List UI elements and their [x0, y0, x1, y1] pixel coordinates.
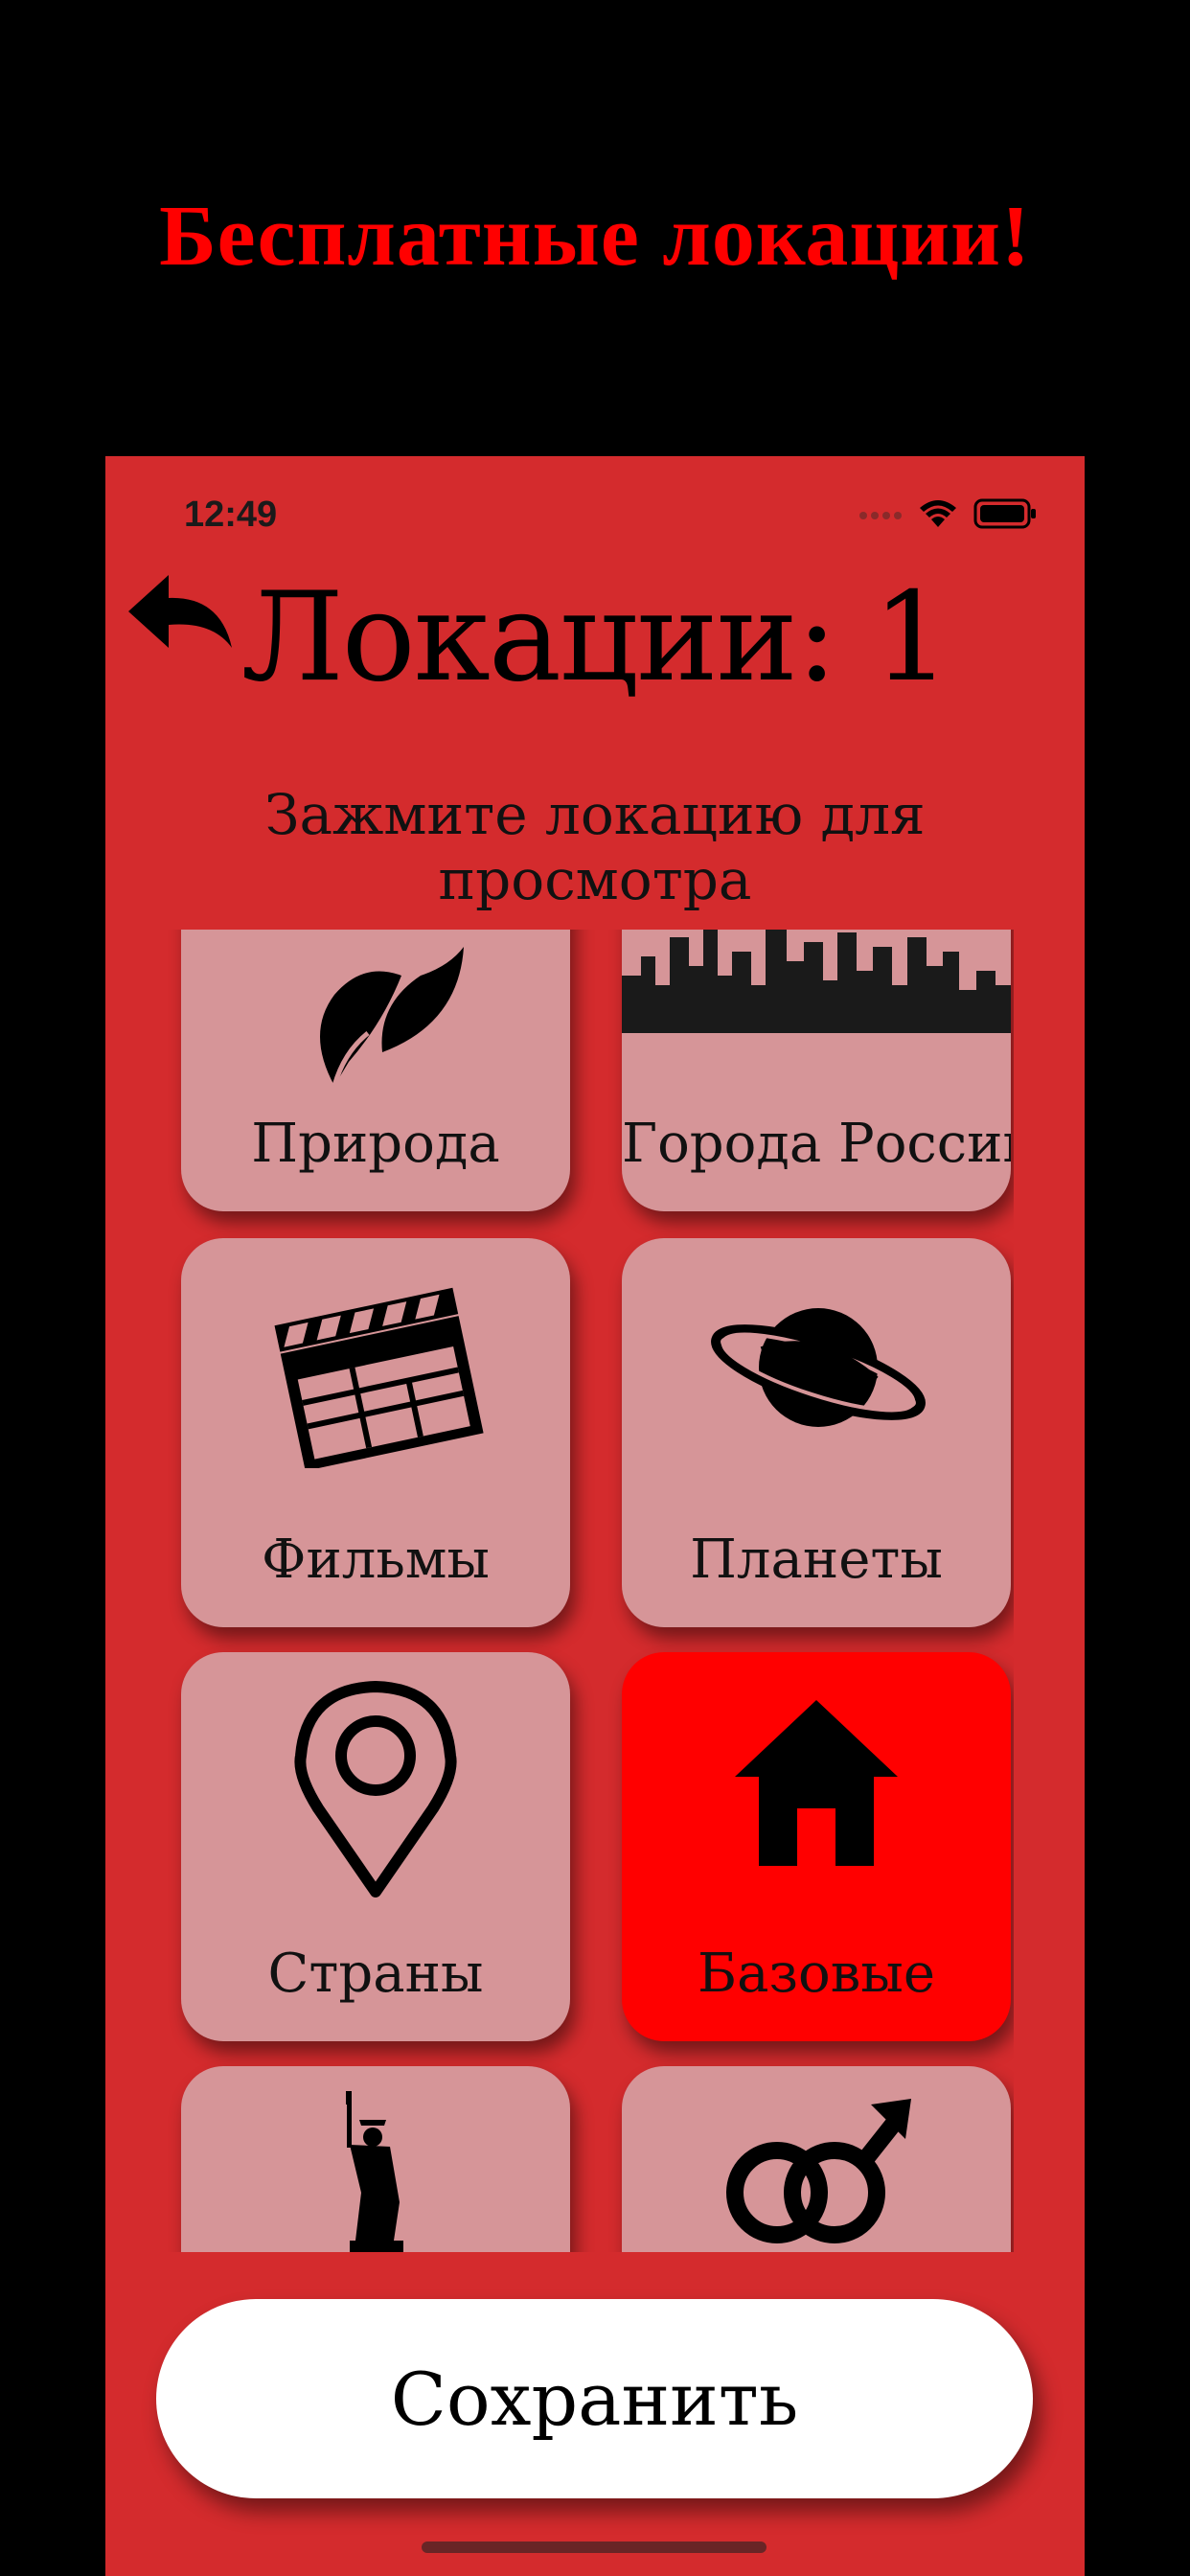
- statue-of-liberty-icon: [346, 2091, 403, 2252]
- phone-screen: 12:49 Локации: 1 Зажмите локацию для про…: [105, 456, 1085, 2576]
- tile-label: Страны: [267, 1943, 484, 2005]
- leaves-icon: [320, 947, 464, 1087]
- tile-label: Планеты: [690, 1529, 943, 1591]
- tile-films[interactable]: Фильмы: [181, 1238, 570, 1627]
- promo-headline: Бесплатные локации!: [159, 189, 1031, 284]
- gender-symbols-icon: [726, 2099, 911, 2243]
- page-subtitle: Зажмите локацию для просмотра: [264, 782, 926, 912]
- planet-icon: [711, 1308, 926, 1427]
- city-skyline-icon: [622, 930, 1011, 1033]
- page-title: Локации: 1: [240, 566, 950, 709]
- tile-relationships[interactable]: [622, 2066, 1011, 2252]
- tile-label: Базовые: [697, 1943, 936, 2005]
- tile-russian-cities[interactable]: Города России: [622, 930, 1011, 1211]
- tile-landmarks[interactable]: [181, 2066, 570, 2252]
- status-icons: [858, 498, 1037, 529]
- tile-countries[interactable]: Страны: [181, 1652, 570, 2041]
- tile-planets[interactable]: Планеты: [622, 1238, 1011, 1627]
- tile-label: Фильмы: [262, 1529, 490, 1591]
- tile-label: Города России: [622, 1113, 1011, 1175]
- tile-basic[interactable]: Базовые: [622, 1652, 1011, 2041]
- tile-nature[interactable]: Природа: [181, 930, 570, 1211]
- locations-grid: Природа Города России Фильмы Планеты Стр…: [161, 930, 1014, 2252]
- house-icon: [735, 1700, 898, 1866]
- map-pin-icon: [294, 1681, 457, 1898]
- status-time: 12:49: [184, 494, 278, 535]
- signal-icon: [859, 512, 902, 519]
- clapperboard-icon: [274, 1287, 484, 1468]
- save-button[interactable]: Сохранить: [156, 2299, 1033, 2498]
- tile-label: Природа: [251, 1113, 500, 1175]
- wifi-icon: [920, 500, 956, 527]
- home-indicator[interactable]: [422, 2542, 767, 2553]
- battery-icon: [973, 498, 1036, 529]
